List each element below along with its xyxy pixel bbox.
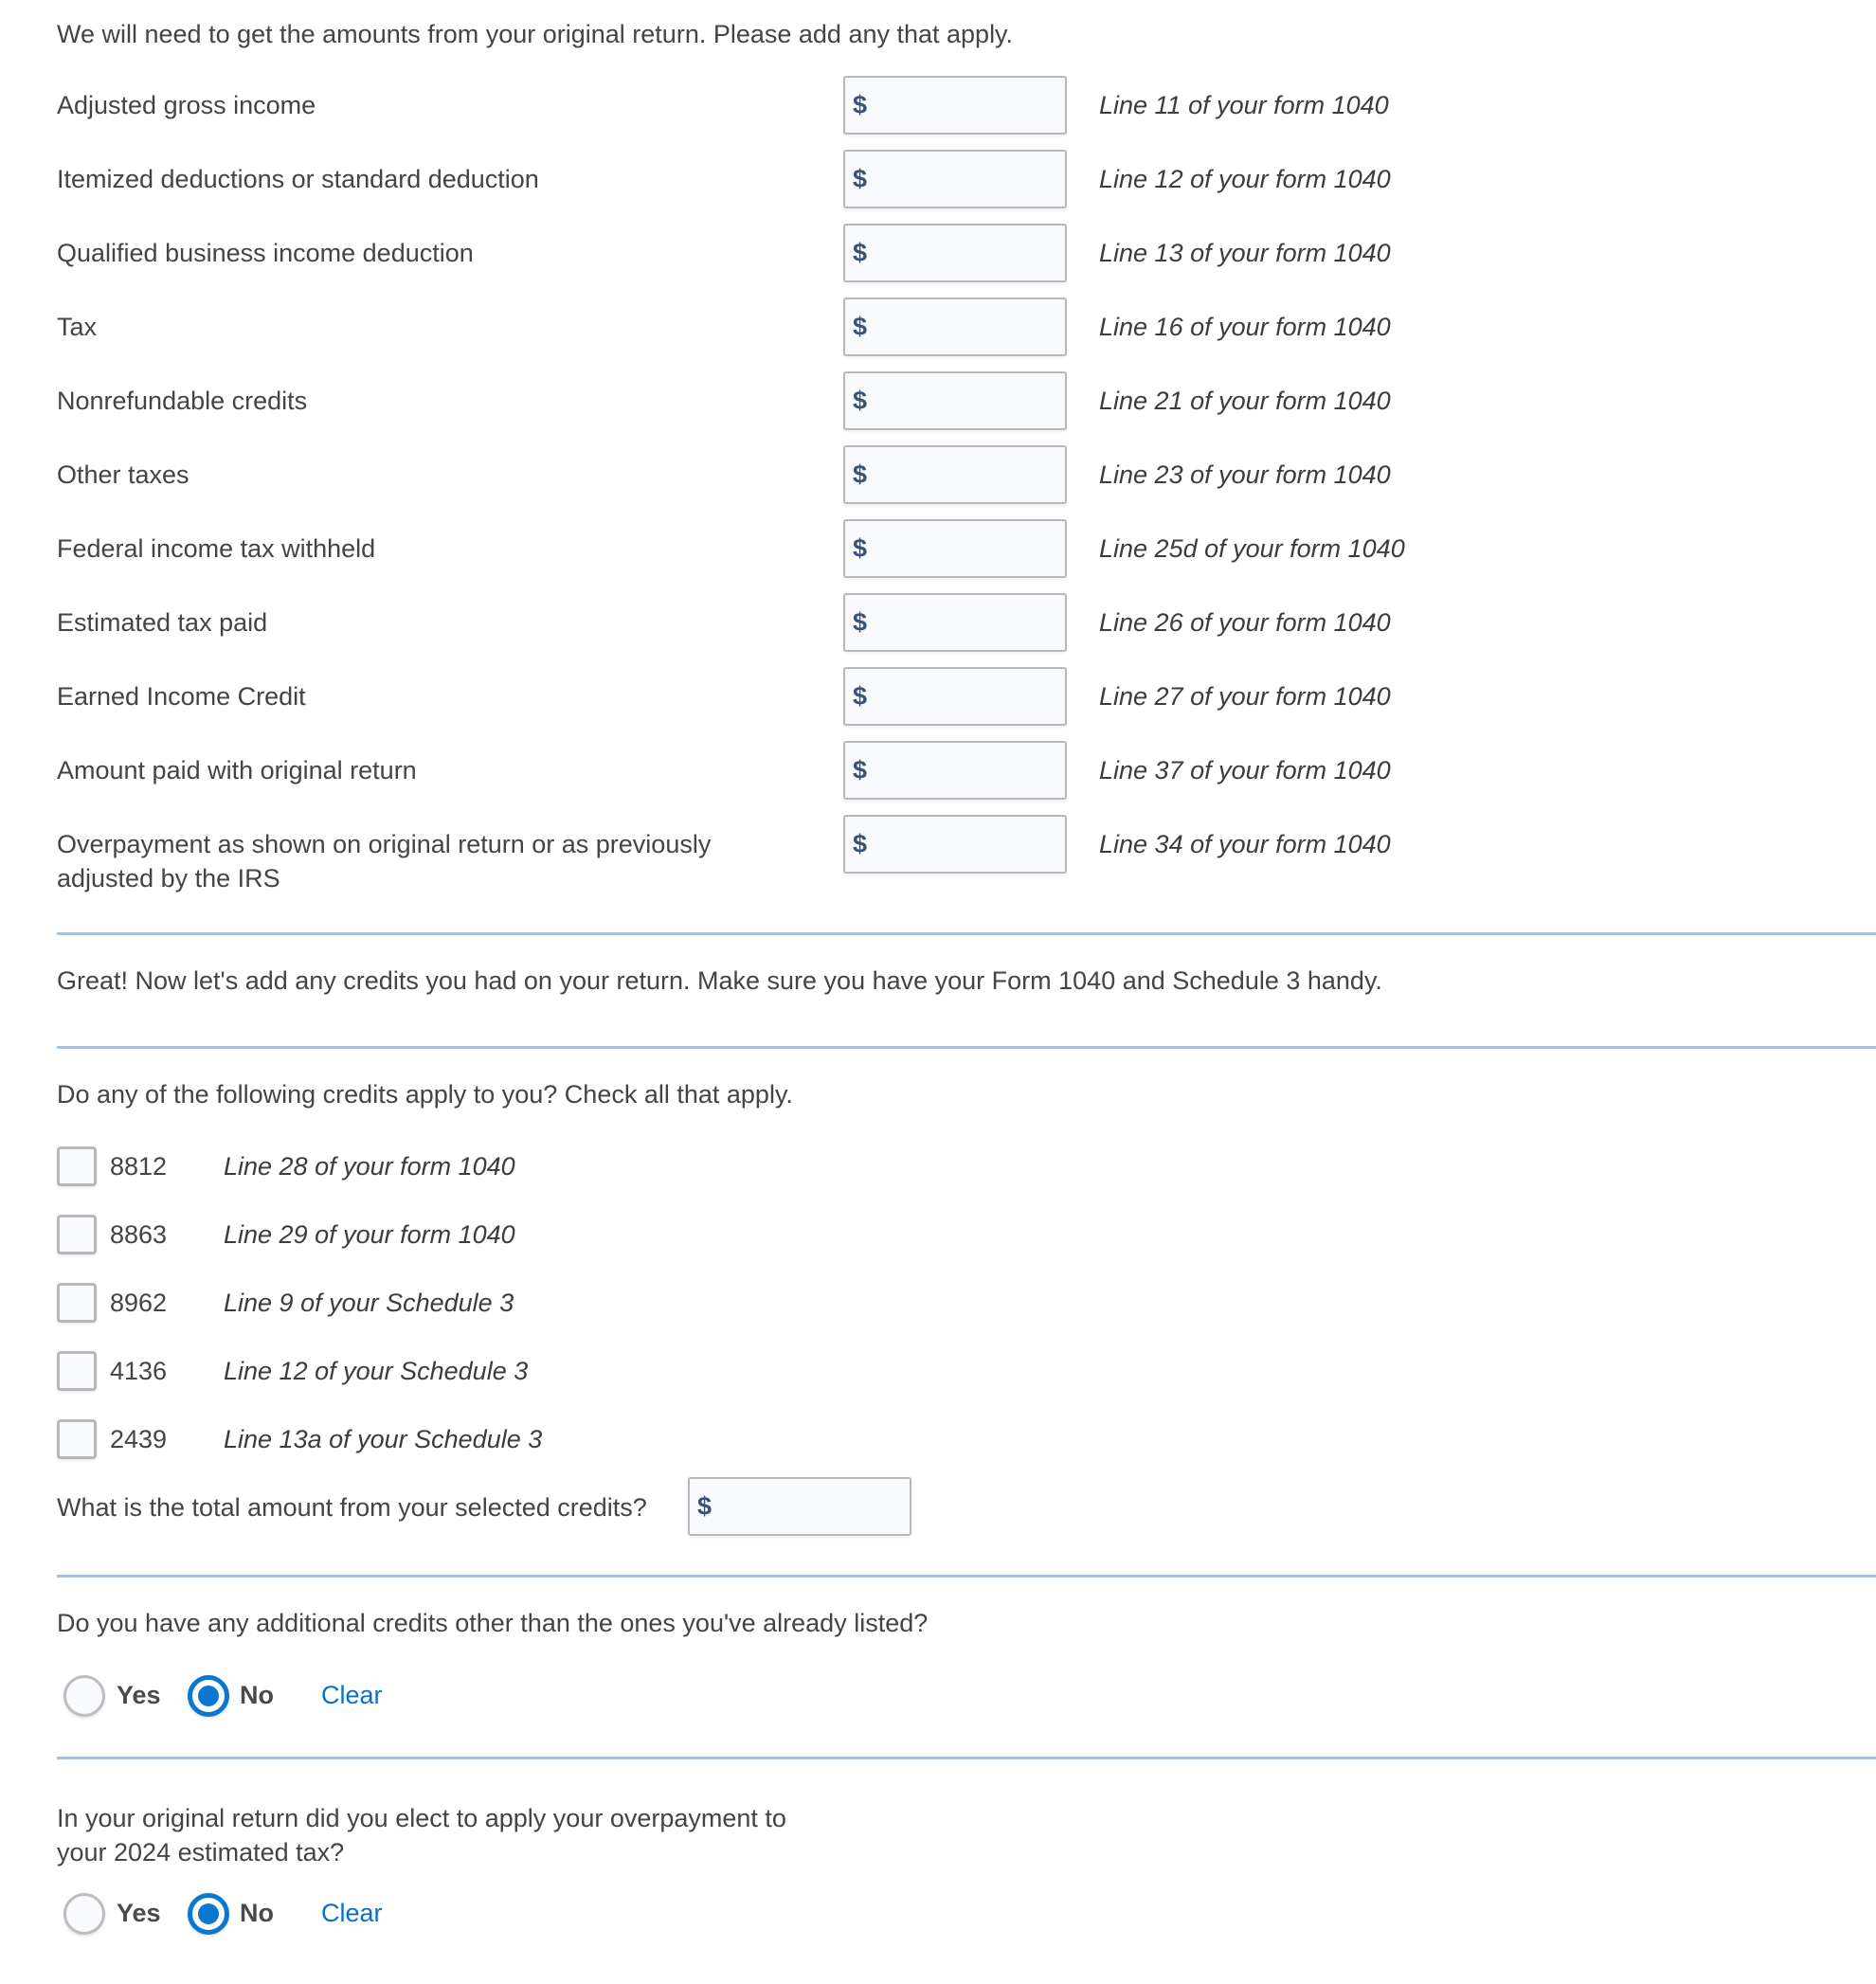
row-label: Estimated tax paid [57,608,268,637]
dollar-icon: $ [853,755,868,785]
credit-8812-checkbox[interactable] [57,1146,97,1186]
additional-credits-yes-radio[interactable] [63,1675,105,1717]
deductions-field[interactable] [874,152,1063,208]
withheld-input[interactable]: $ [843,519,1067,578]
tax-field[interactable] [874,299,1063,356]
estimated-tax-field[interactable] [874,595,1063,652]
dollar-icon: $ [853,533,868,563]
tax-input[interactable]: $ [843,298,1067,356]
row-label: Nonrefundable credits [57,387,308,415]
total-credits-field[interactable] [718,1479,908,1536]
estimated-tax-input[interactable]: $ [843,593,1067,652]
nonrefundable-credits-field[interactable] [874,373,1063,430]
agi-input[interactable]: $ [843,76,1067,135]
overpayment-field[interactable] [874,817,1063,874]
withheld-field[interactable] [874,521,1063,578]
row-hint: Line 37 of your form 1040 [1099,756,1391,785]
row-label: Qualified business income deduction [57,239,474,267]
dollar-icon: $ [853,460,868,489]
credit-code: 2439 [110,1425,168,1453]
credit-hint: Line 28 of your form 1040 [224,1152,515,1181]
credit-hint: Line 13a of your Schedule 3 [224,1425,543,1453]
dollar-icon: $ [853,90,868,119]
overpayment-election-yes-radio[interactable] [63,1893,105,1935]
dollar-icon: $ [853,607,868,637]
credit-8863-checkbox[interactable] [57,1215,97,1254]
section-divider [57,1757,1876,1759]
yes-label[interactable]: Yes [117,1896,161,1930]
section-divider [57,1575,1876,1578]
row-hint: Line 16 of your form 1040 [1099,313,1391,341]
row-hint: Line 26 of your form 1040 [1099,608,1391,637]
additional-credits-question: Do you have any additional credits other… [57,1609,929,1637]
additional-credits-clear-link[interactable]: Clear [321,1678,383,1712]
overpayment-election-question-line2: your 2024 estimated tax? [57,1838,345,1867]
dollar-icon: $ [853,238,868,267]
credit-hint: Line 9 of your Schedule 3 [224,1289,514,1317]
qbi-field[interactable] [874,225,1063,282]
credit-hint: Line 29 of your form 1040 [224,1220,515,1249]
dollar-icon: $ [853,164,868,193]
row-label: Itemized deductions or standard deductio… [57,165,539,193]
section-divider [57,1046,1876,1049]
nonrefundable-credits-input[interactable]: $ [843,371,1067,430]
total-credits-label: What is the total amount from your selec… [57,1493,647,1522]
credits-question: Do any of the following credits apply to… [57,1080,793,1109]
overpayment-election-no-radio[interactable] [188,1893,229,1935]
other-taxes-input[interactable]: $ [843,445,1067,504]
dollar-icon: $ [853,681,868,711]
row-label-line2: adjusted by the IRS [57,864,280,893]
row-label: Adjusted gross income [57,91,316,119]
dollar-icon: $ [853,386,868,415]
deductions-input[interactable]: $ [843,150,1067,208]
credit-code: 8812 [110,1152,168,1181]
amount-paid-input[interactable]: $ [843,741,1067,800]
credit-2439-checkbox[interactable] [57,1419,97,1459]
amount-paid-field[interactable] [874,743,1063,800]
overpayment-election-clear-link[interactable]: Clear [321,1896,383,1930]
dollar-icon: $ [853,829,868,858]
credit-4136-checkbox[interactable] [57,1351,97,1391]
row-hint: Line 11 of your form 1040 [1099,91,1389,119]
overpayment-input[interactable]: $ [843,815,1067,874]
row-label: Earned Income Credit [57,682,306,711]
row-hint: Line 13 of your form 1040 [1099,239,1391,267]
row-hint: Line 23 of your form 1040 [1099,460,1391,489]
additional-credits-no-radio[interactable] [188,1675,229,1717]
other-taxes-field[interactable] [874,447,1063,504]
no-label[interactable]: No [240,1896,274,1930]
credit-hint: Line 12 of your Schedule 3 [224,1357,529,1385]
overpayment-election-question-line1: In your original return did you elect to… [57,1804,786,1832]
agi-field[interactable] [874,78,1063,135]
row-label: Federal income tax withheld [57,534,376,563]
section-divider [57,932,1876,935]
credit-code: 4136 [110,1357,168,1385]
dollar-icon: $ [853,312,868,341]
row-label: Other taxes [57,460,189,489]
credit-8962-checkbox[interactable] [57,1283,97,1323]
yes-label[interactable]: Yes [117,1678,161,1712]
row-label-line1: Overpayment as shown on original return … [57,830,712,858]
eic-input[interactable]: $ [843,667,1067,726]
row-hint: Line 34 of your form 1040 [1099,830,1391,858]
total-credits-input[interactable]: $ [688,1477,911,1536]
qbi-input[interactable]: $ [843,224,1067,282]
dollar-icon: $ [697,1491,713,1521]
row-hint: Line 12 of your form 1040 [1099,165,1391,193]
eic-field[interactable] [874,669,1063,726]
row-hint: Line 27 of your form 1040 [1099,682,1391,711]
credits-intro-text: Great! Now let's add any credits you had… [57,966,1382,995]
credit-code: 8863 [110,1220,168,1249]
row-hint: Line 25d of your form 1040 [1099,534,1405,563]
intro-text: We will need to get the amounts from you… [57,20,1014,48]
no-label[interactable]: No [240,1678,274,1712]
row-hint: Line 21 of your form 1040 [1099,387,1391,415]
credit-code: 8962 [110,1289,168,1317]
row-label: Tax [57,313,98,341]
row-label: Amount paid with original return [57,756,417,785]
